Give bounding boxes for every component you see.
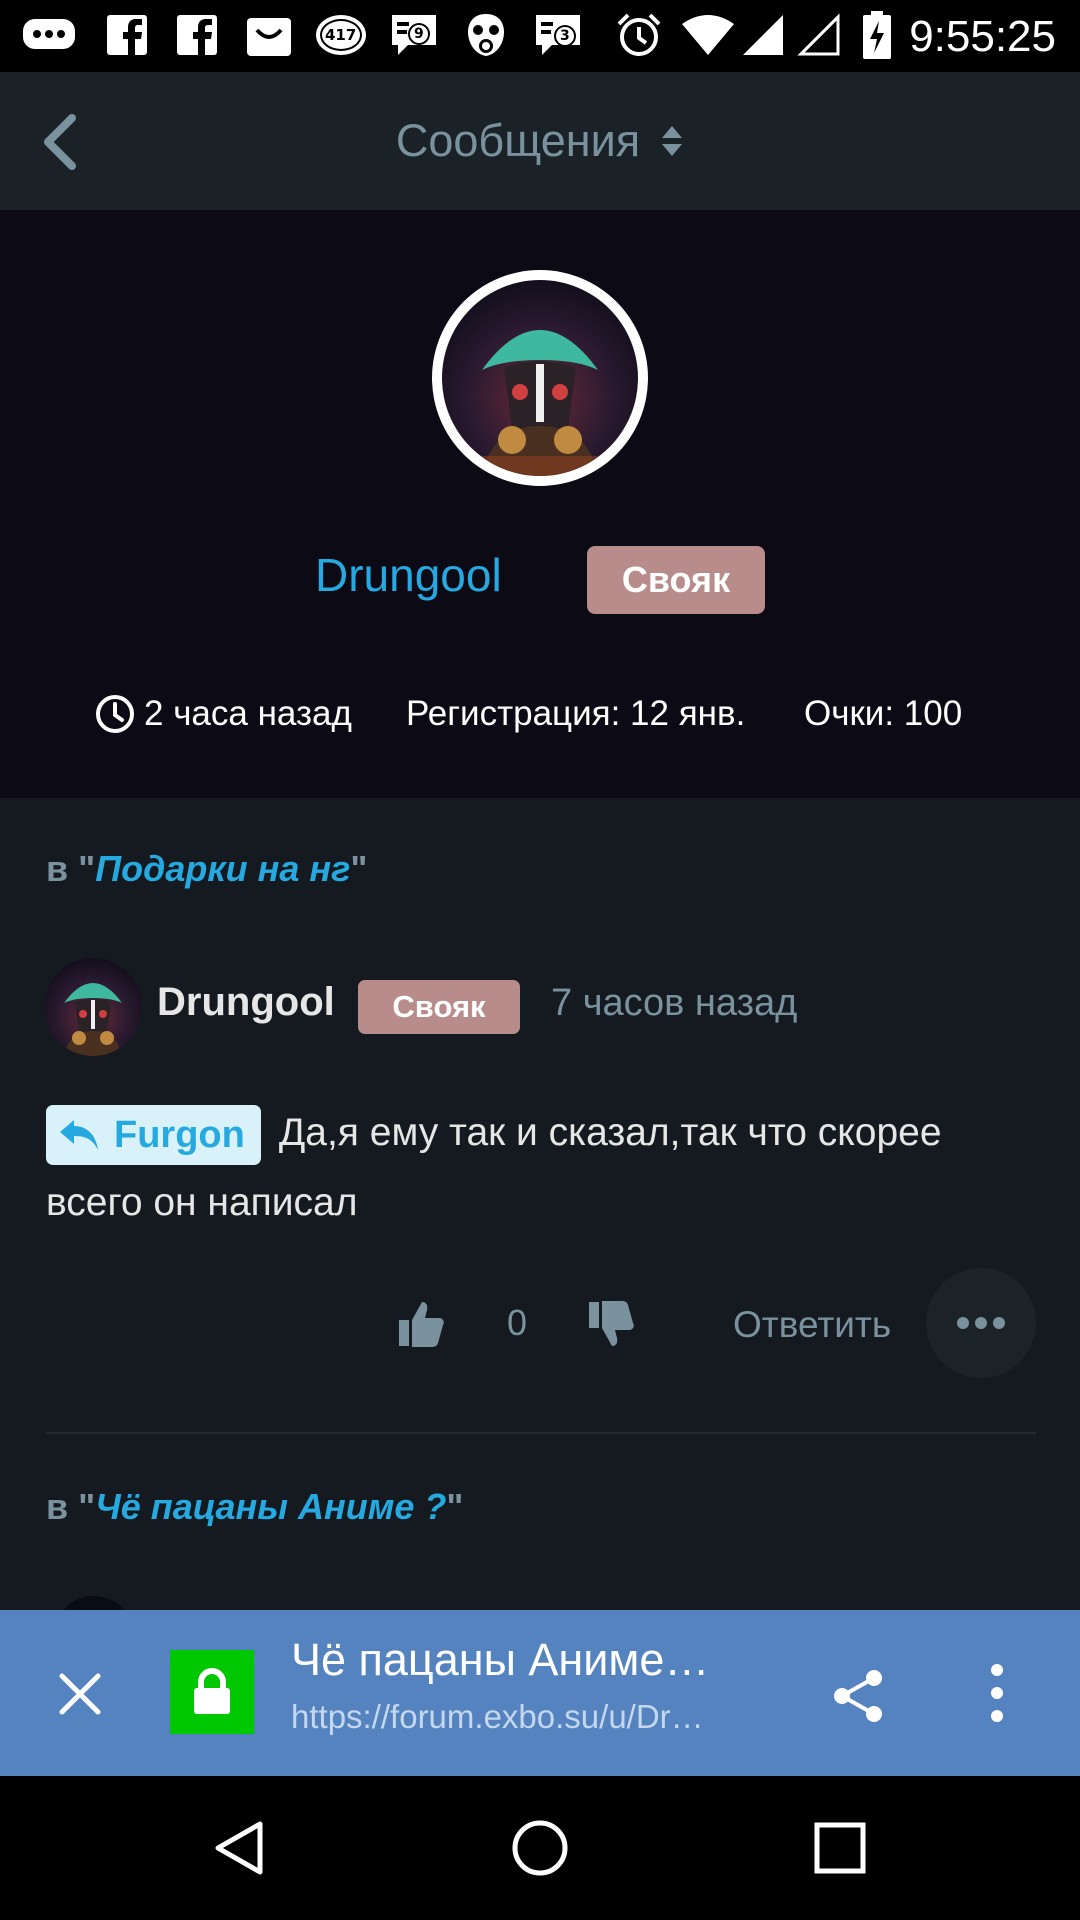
discussion-suffix: " <box>446 1486 464 1527</box>
like-button[interactable] <box>396 1298 448 1350</box>
gasmask-icon <box>462 12 510 58</box>
profile-header: Drungool Свояк 2 часа назад Регистрация:… <box>0 210 1080 798</box>
system-navigation-bar <box>0 1776 1080 1920</box>
more-vertical-icon <box>991 1664 1003 1722</box>
notification-count: 9 <box>414 26 424 42</box>
lock-icon <box>194 1668 230 1714</box>
overflow-menu-button[interactable] <box>985 1662 1009 1724</box>
mention-username: Furgon <box>114 1113 245 1156</box>
avatar[interactable] <box>432 270 648 486</box>
reply-arrow-icon <box>60 1119 98 1150</box>
post-author[interactable]: Drungool <box>157 980 335 1025</box>
sort-icon <box>662 126 683 156</box>
mention-link[interactable]: Furgon <box>46 1104 261 1165</box>
profile-username: Drungool <box>315 549 502 601</box>
post-divider <box>46 1432 1036 1434</box>
thumbs-up-icon <box>399 1302 444 1347</box>
profile-stats: 2 часа назад Регистрация: 12 янв. Очки: … <box>0 686 1080 742</box>
dislike-button[interactable] <box>586 1298 638 1350</box>
post-actions: 0 Ответить <box>0 1268 1080 1378</box>
facebook-icon <box>174 12 220 58</box>
secure-connection-indicator[interactable] <box>170 1650 254 1734</box>
status-time: 9:55:25 <box>909 12 1056 61</box>
clock-icon <box>96 695 134 733</box>
badge-417-icon: 417 <box>314 12 368 58</box>
registration-date: Регистрация: 12 янв. <box>406 694 746 733</box>
discussion-link[interactable]: Чё пацаны Аниме ? <box>95 1486 446 1527</box>
posts-list: в "Подарки на нг" Drungool Свояк 7 часов… <box>0 798 1080 1610</box>
post-group-badge: Свояк <box>358 980 520 1034</box>
battery-charging-icon <box>862 11 892 59</box>
square-recents-icon <box>814 1822 866 1874</box>
status-bar: 417 9 3 9:55:25 <box>0 0 1080 72</box>
discussion-reference: в "Чё пацаны Аниме ?" <box>46 1486 463 1528</box>
share-button[interactable] <box>830 1668 886 1724</box>
post-body: Furgon Да,я ему так и сказал,так что ско… <box>46 1098 1036 1238</box>
signal-empty-icon <box>796 12 842 58</box>
signal-icon <box>740 12 786 58</box>
group-badge: Свояк <box>587 546 765 614</box>
discussion-prefix: в " <box>46 1486 96 1527</box>
post-avatar[interactable] <box>54 1596 134 1610</box>
notification-count: 417 <box>325 26 357 44</box>
more-options-button[interactable] <box>926 1268 1036 1378</box>
tab-url[interactable]: https://forum.exbo.su/u/Dr… <box>291 1698 761 1736</box>
app-bar: Сообщения <box>0 72 1080 210</box>
post-time[interactable]: 7 часов назад <box>551 982 797 1025</box>
last-seen: 2 часа назад <box>94 686 352 742</box>
circle-home-icon <box>512 1820 568 1876</box>
shopping-bag-icon <box>244 12 294 58</box>
discussion-reference: в "Подарки на нг" <box>46 848 367 890</box>
browser-custom-tab-bar: Чё пацаны Аниме… https://forum.exbo.su/u… <box>0 1610 1080 1776</box>
thumbs-down-icon <box>589 1301 634 1346</box>
like-count: 0 <box>506 1302 528 1343</box>
chat-9-icon: 9 <box>388 12 440 58</box>
page-title-dropdown[interactable]: Сообщения <box>0 72 1080 210</box>
more-horizontal-icon <box>957 1317 1005 1329</box>
last-seen-text: 2 часа назад <box>144 694 352 733</box>
points: Очки: 100 <box>804 694 963 733</box>
nav-home-button[interactable] <box>510 1818 570 1878</box>
messenger-icon <box>18 12 80 58</box>
reply-button[interactable]: Ответить <box>733 1304 891 1346</box>
share-icon <box>834 1670 882 1722</box>
nav-recents-button[interactable] <box>810 1818 870 1878</box>
facebook-icon <box>104 12 150 58</box>
discussion-suffix: " <box>350 848 368 889</box>
alarm-icon <box>614 12 664 58</box>
post-avatar[interactable] <box>44 958 142 1056</box>
tab-page-title[interactable]: Чё пацаны Аниме… <box>291 1634 761 1686</box>
discussion-link[interactable]: Подарки на нг <box>95 848 350 889</box>
page-title: Сообщения <box>395 115 641 166</box>
close-tab-button[interactable] <box>58 1672 102 1716</box>
nav-back-button[interactable] <box>210 1818 270 1878</box>
wifi-icon <box>680 12 736 58</box>
notification-count: 3 <box>560 28 570 44</box>
chat-3-icon: 3 <box>532 12 584 58</box>
close-icon <box>59 1673 101 1715</box>
discussion-prefix: в " <box>46 848 96 889</box>
avatar-image <box>442 280 638 476</box>
triangle-back-icon <box>215 1821 263 1875</box>
